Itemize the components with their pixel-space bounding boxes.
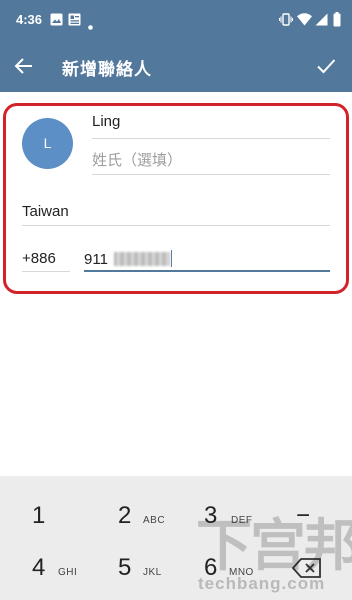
status-bar: 4:36 bbox=[0, 0, 352, 40]
arrow-left-icon bbox=[12, 58, 36, 82]
signal-icon bbox=[315, 13, 328, 31]
key-letters: GHI bbox=[58, 567, 78, 578]
watermark-site: techbang.com bbox=[198, 574, 326, 593]
first-name-underline bbox=[92, 138, 330, 139]
save-button[interactable] bbox=[314, 54, 338, 78]
battery-icon bbox=[333, 12, 341, 32]
vibrate-icon bbox=[278, 13, 294, 31]
watermark-logo-text: 下宫邦 bbox=[196, 514, 352, 577]
avatar: L bbox=[22, 118, 73, 169]
image-icon bbox=[50, 13, 63, 31]
text-cursor bbox=[170, 250, 173, 267]
check-icon bbox=[314, 59, 338, 82]
key-5[interactable]: 5 JKL bbox=[118, 540, 198, 594]
phone-number-value: 911 bbox=[84, 251, 108, 268]
key-4[interactable]: 4 GHI bbox=[32, 540, 112, 594]
phone-number-input[interactable]: 911 bbox=[84, 250, 173, 268]
key-2[interactable]: 2 ABC bbox=[118, 488, 198, 542]
last-name-input[interactable]: 姓氏（選填） bbox=[92, 149, 182, 170]
last-name-underline bbox=[92, 174, 330, 175]
status-time: 4:36 bbox=[16, 12, 43, 27]
dot-icon bbox=[88, 17, 93, 35]
key-letters: JKL bbox=[143, 567, 162, 578]
redacted-digits bbox=[113, 252, 170, 266]
country-code-input[interactable]: +886 bbox=[22, 250, 56, 267]
key-digit: 5 bbox=[118, 554, 132, 581]
key-digit: 2 bbox=[118, 502, 132, 529]
news-icon bbox=[68, 13, 81, 31]
first-name-input[interactable]: Ling bbox=[92, 113, 120, 130]
country-code-underline bbox=[22, 271, 70, 272]
watermark-logo: 下宫邦 bbox=[196, 518, 352, 574]
page-title: 新增聯絡人 bbox=[62, 60, 152, 79]
key-1[interactable]: 1 bbox=[32, 488, 112, 542]
wifi-icon bbox=[297, 13, 312, 31]
key-digit: 4 bbox=[32, 554, 46, 581]
phone-number-underline bbox=[84, 270, 330, 272]
app-bar: 新增聯絡人 bbox=[0, 40, 352, 92]
key-digit: 1 bbox=[32, 502, 46, 529]
country-field[interactable]: Taiwan bbox=[22, 203, 69, 220]
key-letters: ABC bbox=[143, 515, 166, 526]
back-button[interactable] bbox=[12, 54, 36, 78]
country-underline bbox=[22, 225, 330, 226]
